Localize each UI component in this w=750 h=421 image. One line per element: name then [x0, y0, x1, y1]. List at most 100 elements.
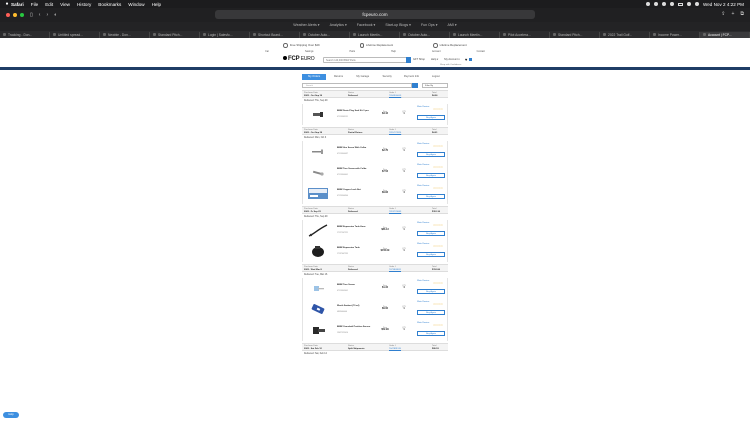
product-image[interactable] [307, 187, 329, 200]
browser-tab[interactable]: Newbie - Don... [100, 31, 150, 38]
browser-tab[interactable]: Account | FCP... [700, 31, 750, 38]
browser-tab[interactable]: October Auto... [300, 31, 350, 38]
order-number[interactable]: 7673803811 [389, 269, 401, 272]
browser-tab[interactable]: Untitled spread... [50, 31, 100, 38]
write-review-link[interactable]: Write Review [417, 143, 431, 146]
minimize-window-icon[interactable] [13, 13, 17, 17]
browser-tab[interactable]: Launch Meetin... [450, 31, 500, 38]
tab-logout[interactable]: Logout [424, 74, 448, 80]
menu-safari[interactable]: Safari [11, 2, 24, 7]
buy-again-button[interactable]: Buy Again [417, 289, 445, 294]
menu-window[interactable]: Window [128, 2, 144, 7]
product-image[interactable] [307, 108, 329, 121]
product-name[interactable]: BMW Copper Lock Nut [337, 189, 379, 192]
browser-tab[interactable]: Login | Salesfo... [200, 31, 250, 38]
tab-returns[interactable]: Returns [326, 74, 350, 80]
product-image[interactable] [307, 324, 329, 337]
top-nav-link[interactable]: Contact [477, 50, 485, 55]
write-review-link[interactable]: Write Review [417, 322, 431, 325]
buy-again-button[interactable]: Buy Again [417, 173, 445, 178]
order-number[interactable]: 7834900003 [389, 95, 401, 98]
browser-tab[interactable]: Pilot Accelera... [500, 31, 550, 38]
fcp-euro-logo[interactable]: FCP EURO [283, 56, 315, 62]
menu-history[interactable]: History [77, 2, 91, 7]
product-name[interactable]: BMW Camshaft Position Sensor [337, 326, 379, 329]
favorite-item[interactable]: Facebook ▾ [357, 23, 376, 27]
help-button[interactable]: Help [3, 412, 19, 418]
top-nav-link[interactable]: Car [265, 50, 269, 55]
write-review-link[interactable]: Write Review [417, 301, 431, 304]
header-link[interactable]: GFT Shop [413, 58, 425, 61]
browser-tab[interactable]: Shortcut Board... [250, 31, 300, 38]
star-rating[interactable]: ☆☆☆☆☆ [433, 166, 443, 169]
tab-payment-info[interactable]: Payment Info [399, 74, 423, 80]
share-icon[interactable]: ⇪ [721, 11, 725, 17]
product-image[interactable] [307, 166, 329, 179]
favorite-item[interactable]: AMI ▾ [448, 23, 457, 27]
tab-my-garage[interactable]: My Garage [351, 74, 375, 80]
browser-tab[interactable]: Tracking - Don... [0, 31, 50, 38]
product-name[interactable]: Wurth Sealant (70 ml) [337, 305, 379, 308]
search-icon[interactable] [694, 2, 699, 6]
menubar-clock[interactable]: Wed Nov 2 4:22 PM [703, 2, 744, 7]
header-link[interactable]: Help ▾ [431, 58, 438, 61]
sidebar-toggle-icon[interactable]: ▯ [30, 12, 33, 18]
favorite-item[interactable]: Weather Alerts ▾ [293, 23, 319, 27]
top-nav-link[interactable]: Help [391, 50, 396, 55]
buy-again-button[interactable]: Buy Again [417, 115, 445, 120]
tab-security[interactable]: Security [375, 74, 399, 80]
top-nav-link[interactable]: Savings [305, 50, 314, 55]
buy-again-button[interactable]: Buy Again [417, 252, 445, 257]
forward-icon[interactable]: › [46, 12, 48, 18]
browser-tab[interactable]: Standard Pitch... [150, 31, 200, 38]
order-number[interactable]: 7647891120 [389, 348, 401, 351]
browser-tab[interactable]: Standard Pitch... [550, 31, 600, 38]
write-review-link[interactable]: Write Review [417, 185, 431, 188]
header-link[interactable]: My Account ▾ [444, 58, 459, 61]
product-name[interactable]: BMW Torx Screw with Collar [337, 168, 379, 171]
menu-view[interactable]: View [60, 2, 70, 7]
write-review-link[interactable]: Write Review [417, 243, 431, 246]
zoom-window-icon[interactable] [20, 13, 24, 17]
shield-icon[interactable]: ◐ [54, 12, 57, 18]
order-number[interactable]: 7813770843 [389, 211, 401, 214]
menu-edit[interactable]: Edit [45, 2, 53, 7]
battery-icon[interactable] [677, 2, 683, 6]
orders-search-button[interactable] [412, 83, 418, 88]
star-rating[interactable]: ☆☆☆☆☆ [433, 187, 443, 190]
buy-again-button[interactable]: Buy Again [417, 152, 445, 157]
write-review-link[interactable]: Write Review [417, 280, 431, 283]
buy-again-button[interactable]: Buy Again [417, 194, 445, 199]
favorite-item[interactable]: Analytics ▾ [330, 23, 347, 27]
product-image[interactable] [307, 303, 329, 316]
top-nav-link[interactable]: Parts [349, 50, 355, 55]
tab-overview-icon[interactable]: ⧉ [740, 11, 744, 17]
wifi-icon[interactable] [686, 2, 691, 6]
star-rating[interactable]: ☆☆☆☆☆ [433, 145, 443, 148]
status-icon[interactable] [661, 2, 666, 6]
new-tab-icon[interactable]: + [732, 11, 735, 17]
product-image[interactable] [307, 145, 329, 158]
star-rating[interactable]: ☆☆☆☆☆ [433, 324, 443, 327]
favorite-item[interactable]: Start-up Blogs ▾ [385, 23, 411, 27]
buy-again-button[interactable]: Buy Again [417, 310, 445, 315]
tab-my-orders[interactable]: My Orders [302, 74, 327, 80]
star-rating[interactable]: ☆☆☆☆☆ [433, 224, 443, 227]
star-rating[interactable]: ☆☆☆☆☆ [433, 245, 443, 248]
product-name[interactable]: BMW Torx Screw [337, 284, 379, 287]
product-name[interactable]: BMW Drain Plug Seal Kit 3 pcs [337, 110, 379, 113]
product-name[interactable]: BMW Hex Screw With Collar [337, 147, 379, 150]
product-name[interactable]: BMW Expansion Tank Hose [337, 226, 379, 229]
cart-icon[interactable]: ♥ [465, 57, 473, 63]
site-search-input[interactable]: Search 120,000 BMW Parts [323, 57, 411, 63]
browser-tab[interactable]: October Auto... [400, 31, 450, 38]
write-review-link[interactable]: Write Review [417, 164, 431, 167]
close-window-icon[interactable] [6, 13, 10, 17]
star-rating[interactable]: ☆☆☆☆☆ [433, 282, 443, 285]
apple-menu-icon[interactable]: ● [3, 1, 11, 7]
star-rating[interactable]: ☆☆☆☆☆ [433, 303, 443, 306]
write-review-link[interactable]: Write Review [417, 106, 431, 109]
site-search-button[interactable] [406, 57, 411, 63]
browser-tab[interactable]: 2022 Trail Golf... [600, 31, 650, 38]
menu-help[interactable]: Help [152, 2, 161, 7]
